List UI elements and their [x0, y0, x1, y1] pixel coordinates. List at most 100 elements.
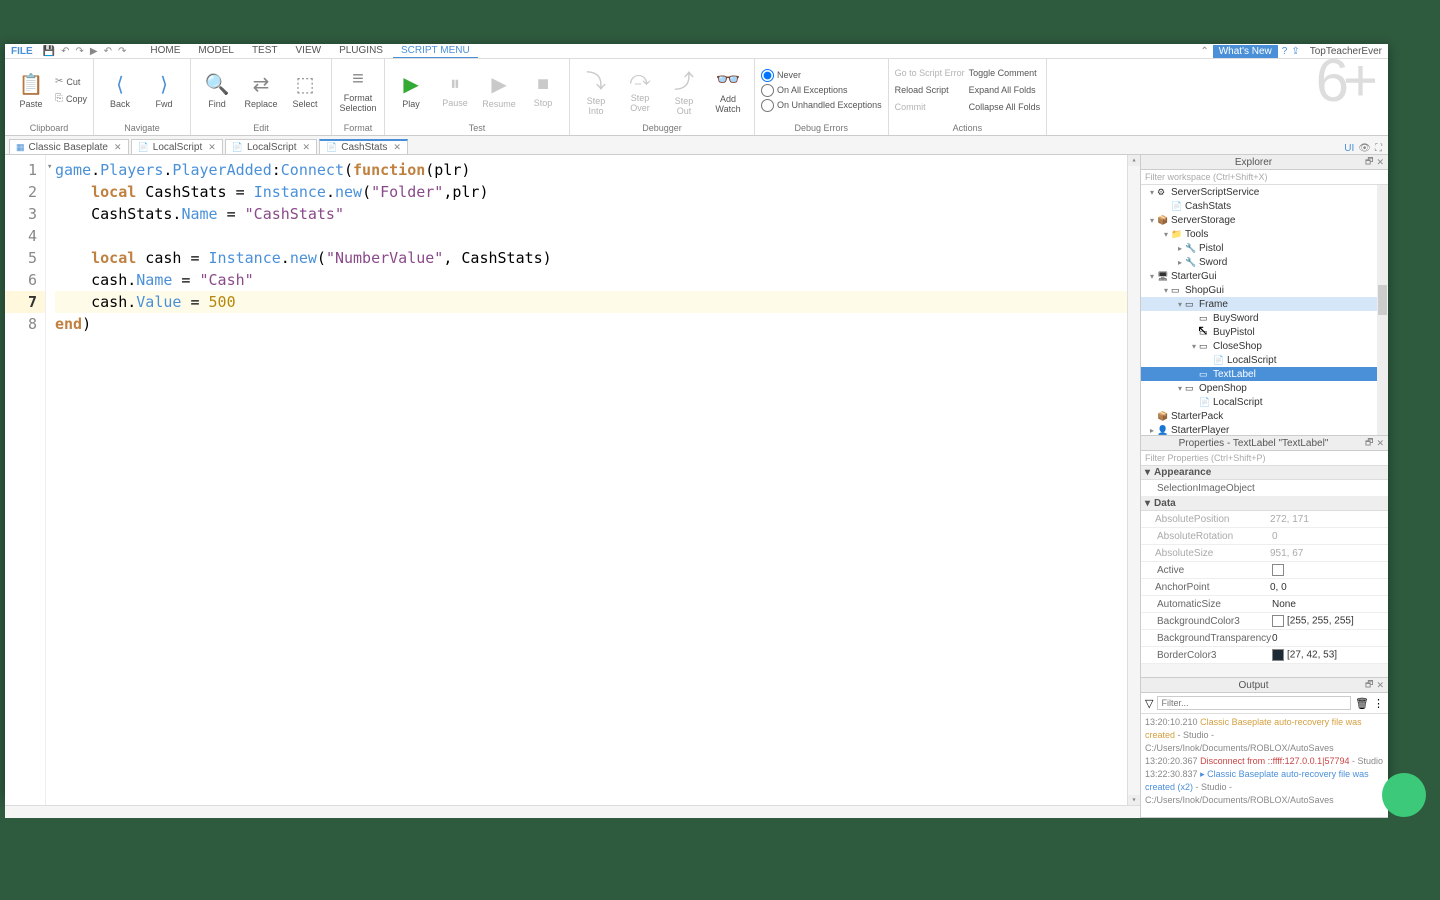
qat-undo-icon[interactable]: ↶ — [61, 46, 69, 57]
tree-arrow-icon[interactable]: ▾ — [1189, 342, 1199, 351]
tree-item[interactable]: ▾📁Tools — [1141, 227, 1388, 241]
output-log[interactable]: 13:20:10.210 Classic Baseplate auto-reco… — [1141, 714, 1388, 817]
properties-dock-icon[interactable]: 🗗 — [1365, 435, 1373, 451]
file-menu[interactable]: FILE — [11, 46, 33, 57]
tree-arrow-icon[interactable]: ▸ — [1175, 244, 1185, 253]
code-line[interactable]: local cash = Instance.new("NumberValue",… — [55, 247, 1128, 269]
output-filter-icon[interactable]: ▽ — [1145, 697, 1153, 710]
doc-tab[interactable]: 📄LocalScript✕ — [131, 139, 223, 154]
property-value[interactable]: 0, 0 — [1270, 582, 1388, 593]
property-value[interactable] — [1272, 564, 1388, 576]
close-icon[interactable]: ✕ — [114, 142, 122, 153]
qat-play-icon[interactable]: ▶ — [90, 46, 98, 57]
property-row[interactable]: ▸AbsolutePosition272, 171 — [1141, 511, 1388, 528]
editor-horizontal-scrollbar[interactable] — [5, 805, 1140, 818]
property-row[interactable]: AbsoluteRotation0 — [1141, 528, 1388, 545]
username-label[interactable]: TopTeacherEver — [1310, 46, 1382, 57]
property-value[interactable]: 0 — [1272, 633, 1388, 644]
output-close-icon[interactable]: ✕ — [1376, 680, 1384, 691]
tree-arrow-icon[interactable]: ▾ — [1161, 230, 1171, 239]
explorer-scrollbar[interactable] — [1377, 185, 1388, 435]
tree-arrow-icon[interactable]: ▾ — [1147, 216, 1157, 225]
fwd-button[interactable]: ⟩Fwd — [144, 61, 184, 119]
qat-redo-icon[interactable]: ↷ — [76, 46, 84, 57]
tree-item[interactable]: 📄LocalScript — [1141, 353, 1388, 367]
explorer-close-icon[interactable]: ✕ — [1376, 157, 1384, 168]
replace-button[interactable]: ⇄Replace — [241, 61, 281, 119]
tree-item[interactable]: ▾▭ShopGui — [1141, 283, 1388, 297]
select-button[interactable]: ⬚Select — [285, 61, 325, 119]
doc-tab[interactable]: ▦Classic Baseplate✕ — [9, 139, 129, 154]
tree-item[interactable]: ▸🔧Sword — [1141, 255, 1388, 269]
share-icon[interactable]: ⇪ — [1291, 46, 1299, 57]
tree-arrow-icon[interactable]: ▾ — [1175, 300, 1185, 309]
tree-arrow-icon[interactable]: ▾ — [1175, 384, 1185, 393]
help-bubble[interactable] — [1382, 773, 1426, 817]
code-line[interactable]: CashStats.Name = "CashStats" — [55, 203, 1128, 225]
tree-item[interactable]: ▾🖥StarterGui — [1141, 269, 1388, 283]
tree-item[interactable]: ▸🔧Pistol — [1141, 241, 1388, 255]
menu-tab-script-menu[interactable]: SCRIPT MENU — [393, 44, 478, 58]
code-line[interactable]: cash.Value = 500 — [55, 291, 1128, 313]
help-icon[interactable]: ? — [1282, 46, 1288, 57]
property-value[interactable]: 272, 171 — [1270, 514, 1388, 525]
close-icon[interactable]: ✕ — [208, 142, 216, 153]
property-row[interactable]: ▸AnchorPoint0, 0 — [1141, 579, 1388, 596]
tree-item[interactable]: ▭TextLabel — [1141, 367, 1388, 381]
property-row[interactable]: BackgroundTransparency0 — [1141, 630, 1388, 647]
editor-vertical-scrollbar[interactable]: ▴▾ — [1127, 155, 1140, 806]
reload-script-button[interactable]: Reload Script — [895, 82, 965, 98]
tree-arrow-icon[interactable]: ▸ — [1147, 426, 1157, 435]
visibility-icon[interactable]: 👁 — [1358, 143, 1371, 154]
tree-item[interactable]: 📦StarterPack — [1141, 409, 1388, 423]
unhandled-exceptions-radio[interactable]: On Unhandled Exceptions — [761, 99, 882, 112]
property-row[interactable]: BackgroundColor3[255, 255, 255] — [1141, 613, 1388, 630]
property-value[interactable]: 951, 67 — [1270, 548, 1388, 559]
menu-tab-test[interactable]: TEST — [244, 44, 286, 58]
qat-save-icon[interactable]: 💾 — [43, 46, 55, 57]
tree-item[interactable]: ▸👤StarterPlayer — [1141, 423, 1388, 435]
expand-folds-button[interactable]: Expand All Folds — [969, 82, 1041, 98]
property-row[interactable]: ▸AbsoluteSize951, 67 — [1141, 545, 1388, 562]
explorer-filter[interactable]: Filter workspace (Ctrl+Shift+X) — [1141, 170, 1388, 185]
property-category[interactable]: ▾Data — [1141, 497, 1388, 511]
tree-item[interactable]: 📄LocalScript — [1141, 395, 1388, 409]
tree-arrow-icon[interactable]: ▾ — [1147, 272, 1157, 281]
explorer-dock-icon[interactable]: 🗗 — [1365, 154, 1373, 170]
back-button[interactable]: ⟨Back — [100, 61, 140, 119]
tree-arrow-icon[interactable]: ▾ — [1147, 188, 1157, 197]
property-row[interactable]: SelectionImageObject — [1141, 480, 1388, 497]
tree-item[interactable]: ▾⚙ServerScriptService — [1141, 185, 1388, 199]
paste-button[interactable]: 📋Paste — [11, 61, 51, 119]
never-radio[interactable]: Never — [761, 69, 882, 82]
find-button[interactable]: 🔍Find — [197, 61, 237, 119]
code-editor[interactable]: ▾ 12345678 game.Players.PlayerAdded:Conn… — [5, 155, 1140, 818]
properties-filter[interactable]: Filter Properties (Ctrl+Shift+P) — [1141, 451, 1388, 466]
toggle-comment-button[interactable]: Toggle Comment — [969, 65, 1041, 81]
code-line[interactable]: end) — [55, 313, 1128, 335]
ribbon-collapse-icon[interactable]: ⌃ — [1200, 46, 1208, 57]
tree-item[interactable]: ▭BuyPistol — [1141, 325, 1388, 339]
explorer-tree[interactable]: ▾⚙ServerScriptService📄CashStats▾📦ServerS… — [1141, 185, 1388, 435]
property-row[interactable]: AutomaticSizeNone — [1141, 596, 1388, 613]
tree-arrow-icon[interactable]: ▾ — [1161, 286, 1171, 295]
properties-close-icon[interactable]: ✕ — [1376, 438, 1384, 449]
all-exceptions-radio[interactable]: On All Exceptions — [761, 84, 882, 97]
tree-item[interactable]: ▾▭CloseShop — [1141, 339, 1388, 353]
cut-button[interactable]: ✂Cut — [55, 74, 87, 90]
menu-tab-plugins[interactable]: PLUGINS — [331, 44, 391, 58]
fold-icon[interactable]: ▾ — [47, 162, 52, 172]
tree-item[interactable]: 📄CashStats — [1141, 199, 1388, 213]
tree-item[interactable]: ▾▭OpenShop — [1141, 381, 1388, 395]
output-clear-icon[interactable]: 🗑 — [1355, 697, 1369, 710]
close-icon[interactable]: ✕ — [393, 142, 401, 153]
menu-tab-home[interactable]: HOME — [142, 44, 188, 58]
output-dock-icon[interactable]: 🗗 — [1365, 677, 1373, 693]
qat-redo2-icon[interactable]: ↷ — [118, 46, 126, 57]
code-line[interactable] — [55, 225, 1128, 247]
property-row[interactable]: BorderColor3[27, 42, 53] — [1141, 647, 1388, 664]
collapse-folds-button[interactable]: Collapse All Folds — [969, 99, 1041, 115]
code-line[interactable]: game.Players.PlayerAdded:Connect(functio… — [55, 159, 1128, 181]
output-menu-icon[interactable]: ⋮ — [1373, 697, 1384, 710]
doc-tab[interactable]: 📄LocalScript✕ — [225, 139, 317, 154]
